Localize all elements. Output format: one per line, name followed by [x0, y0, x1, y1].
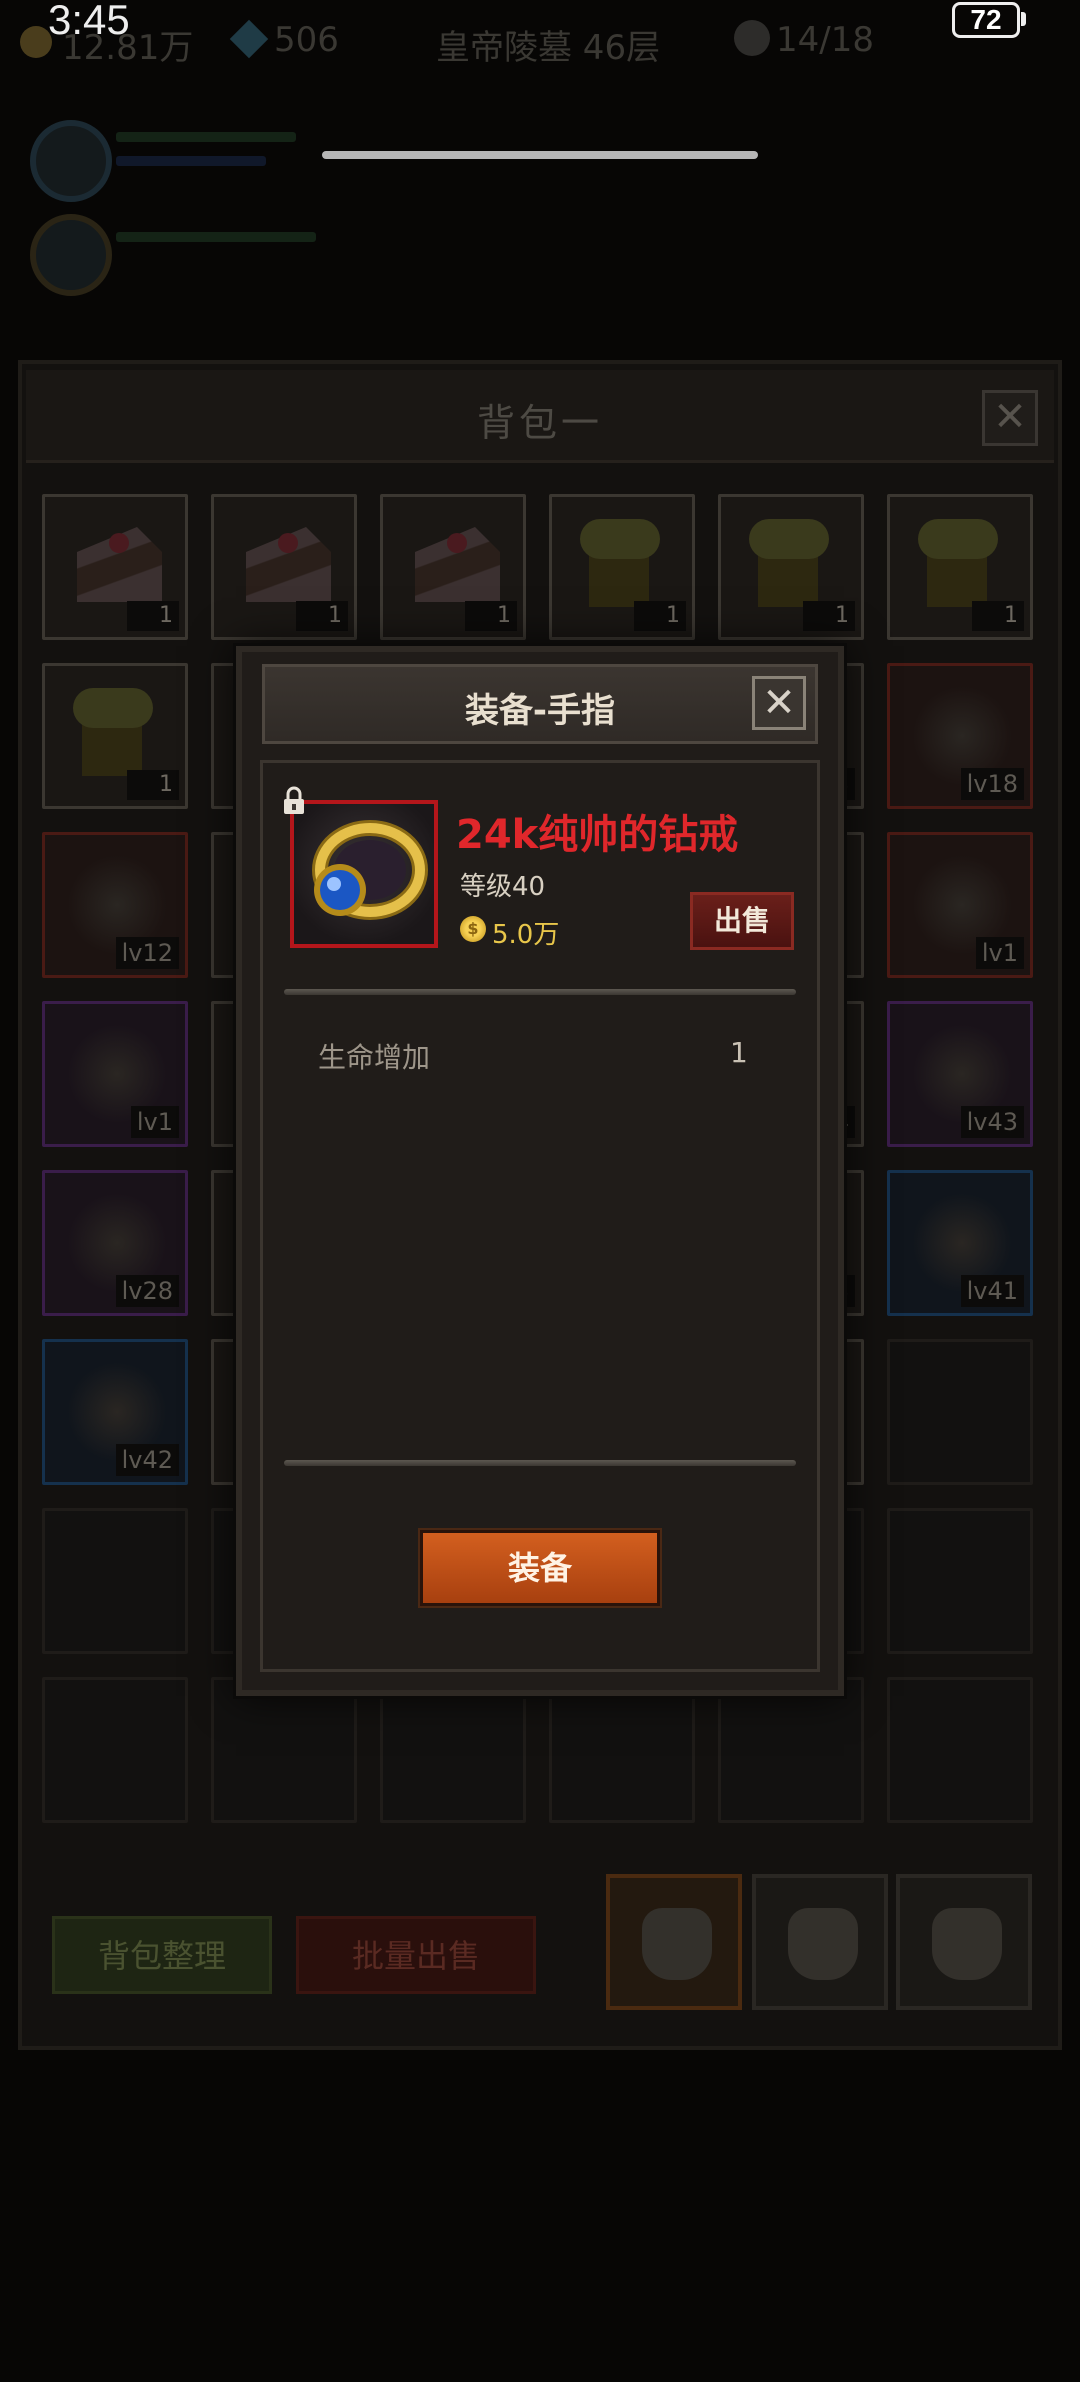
stat-value: 1 — [730, 1036, 748, 1069]
sack-icon — [642, 1908, 712, 1980]
inventory-slot[interactable] — [42, 1508, 188, 1654]
hero-hp-bar — [116, 232, 316, 242]
item-level-badge: lv41 — [960, 1275, 1024, 1307]
cherry-icon — [278, 533, 298, 553]
inventory-slot[interactable]: lv12 — [42, 832, 188, 978]
item-level-badge: lv18 — [960, 768, 1024, 800]
inventory-slot[interactable]: lv41 — [887, 1170, 1033, 1316]
stage-name: 皇帝陵墓 46层 — [436, 28, 661, 68]
inventory-slot[interactable] — [211, 1677, 357, 1823]
inventory-slot[interactable] — [718, 1677, 864, 1823]
battery-tip-icon — [1021, 12, 1026, 26]
backpack-close-button[interactable]: ✕ — [982, 390, 1038, 446]
item-level-badge: lv1 — [975, 937, 1024, 969]
divider — [284, 1460, 796, 1466]
sort-backpack-button[interactable]: 背包整理 — [52, 1916, 272, 1994]
hero-mp-bar — [116, 156, 266, 166]
inventory-slot[interactable] — [887, 1339, 1033, 1485]
inventory-slot[interactable]: 1 — [211, 494, 357, 640]
item-name: 24k纯帅的钻戒 — [456, 812, 739, 858]
gem-icon — [229, 19, 269, 59]
inventory-slot[interactable] — [380, 1677, 526, 1823]
inventory-slot[interactable]: lv28 — [42, 1170, 188, 1316]
backpack-tab-1[interactable] — [606, 1874, 742, 2010]
inventory-slot[interactable] — [887, 1677, 1033, 1823]
item-level-badge: lv1 — [130, 1106, 179, 1138]
inventory-slot[interactable]: lv18 — [887, 663, 1033, 809]
item-level-badge: lv28 — [115, 1275, 179, 1307]
equip-button[interactable]: 装备 — [420, 1530, 660, 1606]
inventory-slot[interactable] — [42, 1677, 188, 1823]
hero-hp-bar — [116, 132, 296, 142]
inventory-slot[interactable] — [887, 1508, 1033, 1654]
modal-close-button[interactable]: ✕ — [752, 676, 806, 730]
hero-avatar — [30, 214, 112, 296]
inventory-slot[interactable]: 1 — [549, 494, 695, 640]
item-level-badge: lv43 — [960, 1106, 1024, 1138]
item-count: 1 — [127, 770, 179, 800]
beer-foam-icon — [580, 519, 660, 559]
bulk-sell-button[interactable]: 批量出售 — [296, 1916, 536, 1994]
beer-foam-icon — [73, 688, 153, 728]
backpack-tab-3[interactable] — [896, 1874, 1032, 2010]
cherry-icon — [447, 533, 467, 553]
beer-foam-icon — [749, 519, 829, 559]
cherry-icon — [109, 533, 129, 553]
item-level-badge: lv42 — [115, 1444, 179, 1476]
inventory-slot[interactable]: lv1 — [42, 1001, 188, 1147]
item-count: 1 — [296, 601, 348, 631]
sack-icon — [932, 1908, 1002, 1980]
hero-avatar — [30, 120, 112, 202]
item-count: 1 — [803, 601, 855, 631]
status-time: 3:45 — [48, 0, 130, 43]
inventory-slot[interactable]: 1 — [42, 663, 188, 809]
item-count: 1 — [972, 601, 1024, 631]
inventory-slot[interactable]: 1 — [718, 494, 864, 640]
inventory-slot[interactable]: lv43 — [887, 1001, 1033, 1147]
modal-title: 装备-手指 — [464, 691, 616, 731]
inventory-slot[interactable]: lv1 — [887, 832, 1033, 978]
item-price: 5.0万 — [492, 920, 560, 950]
stat-label: 生命增加 — [318, 1041, 431, 1074]
home-indicator[interactable] — [322, 151, 758, 159]
skull-icon — [734, 20, 770, 56]
inventory-slot[interactable] — [549, 1677, 695, 1823]
backpack-title: 背包一 — [476, 401, 603, 445]
gold-coin-icon: $ — [460, 916, 486, 942]
sack-icon — [788, 1908, 858, 1980]
top-hud: 12.81万 506 皇帝陵墓 46层 14/18 — [0, 0, 1080, 80]
gem-amount: 506 — [274, 20, 339, 60]
item-count: 1 — [465, 601, 517, 631]
item-count: 1 — [127, 601, 179, 631]
inventory-slot[interactable]: lv42 — [42, 1339, 188, 1485]
inventory-slot[interactable]: 1 — [380, 494, 526, 640]
diamond-ring-icon — [312, 820, 428, 920]
inventory-slot[interactable]: 1 — [887, 494, 1033, 640]
item-count: 1 — [634, 601, 686, 631]
inventory-slot[interactable]: 1 — [42, 494, 188, 640]
kill-counter: 14/18 — [776, 20, 874, 60]
divider — [284, 989, 796, 995]
item-level-badge: lv12 — [115, 937, 179, 969]
item-level: 等级40 — [460, 872, 546, 902]
backpack-tab-2[interactable] — [752, 1874, 888, 2010]
sell-button[interactable]: 出售 — [690, 892, 794, 950]
beer-foam-icon — [918, 519, 998, 559]
battery-indicator: 72 — [952, 2, 1020, 38]
